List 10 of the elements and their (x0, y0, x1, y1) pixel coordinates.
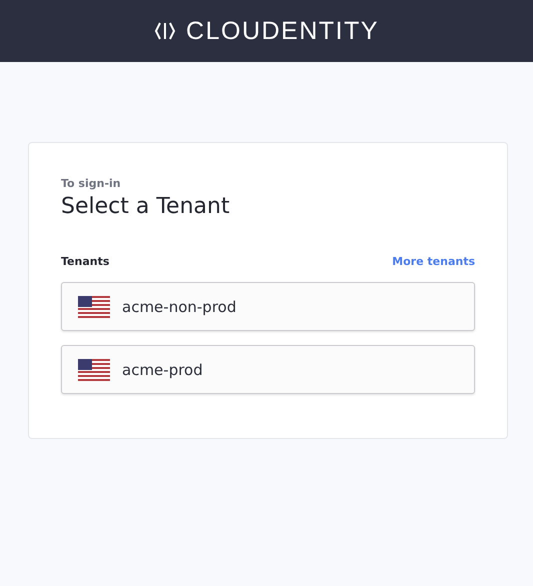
tenant-button[interactable]: acme-prod (61, 345, 475, 394)
page-title: Select a Tenant (61, 194, 231, 219)
tenants-label: Tenants (61, 255, 110, 268)
more-tenants-link[interactable]: More tenants (392, 255, 475, 268)
logo-text: CLOUDENTITY (186, 16, 379, 46)
tenant-button[interactable]: acme-non-prod (61, 282, 475, 331)
subtitle: To sign-in (61, 177, 122, 190)
logo-icon (154, 21, 176, 41)
flag-icon (78, 296, 110, 318)
flag-icon (78, 358, 110, 380)
